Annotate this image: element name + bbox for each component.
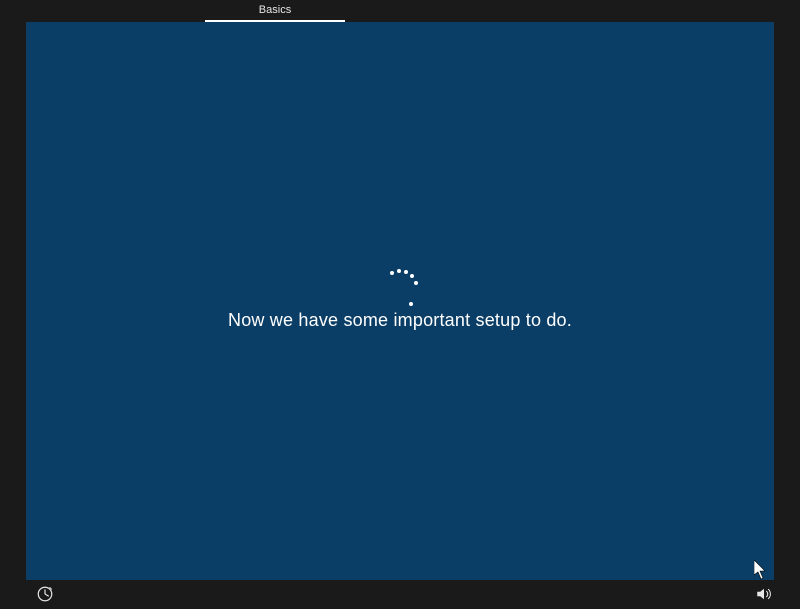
oobe-frame: Basics Now we have some important setup … — [0, 0, 800, 609]
tab-basics[interactable]: Basics — [205, 4, 345, 22]
setup-stage: Now we have some important setup to do. — [26, 22, 774, 580]
setup-message: Now we have some important setup to do. — [26, 310, 774, 331]
cursor-arrow-icon — [754, 560, 768, 580]
loading-spinner-icon — [375, 265, 425, 315]
tab-bar: Basics — [0, 0, 800, 22]
volume-icon[interactable] — [755, 585, 773, 603]
bottom-bar — [0, 580, 800, 609]
ease-of-access-icon[interactable] — [36, 585, 54, 603]
